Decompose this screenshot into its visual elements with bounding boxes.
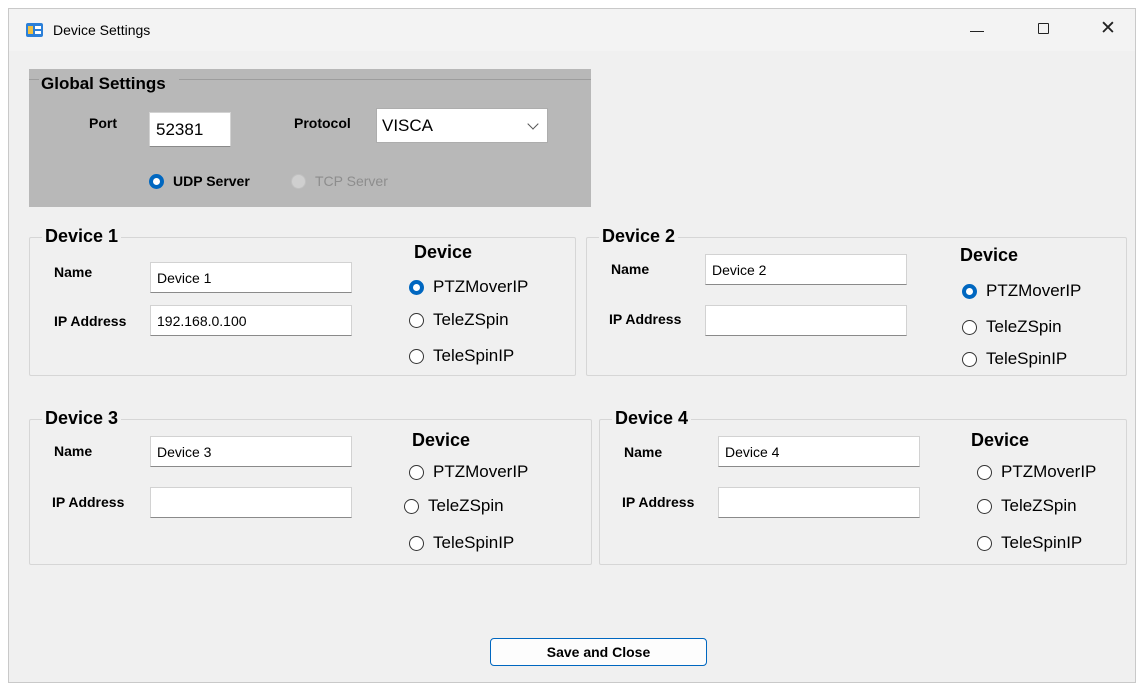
name-label: Name: [624, 444, 663, 460]
device-1-name-input[interactable]: Device 1: [150, 262, 352, 293]
radio-label: TeleSpinIP: [1001, 533, 1083, 552]
device-3-group: Device 3 Name Device 3 IP Address Device…: [29, 408, 592, 565]
radio-indicator: [962, 351, 977, 367]
device-1-telespinip-radio[interactable]: TeleSpinIP: [409, 346, 514, 366]
window-title: Device Settings: [53, 22, 151, 38]
device-3-name-input[interactable]: Device 3: [150, 436, 352, 467]
device-3-telezspin-radio[interactable]: TeleZSpin: [404, 496, 504, 516]
udp-radio-indicator: [149, 173, 164, 189]
radio-label: TeleSpinIP: [433, 533, 515, 552]
protocol-label: Protocol: [294, 115, 351, 131]
udp-server-label: UDP Server: [173, 173, 250, 189]
tcp-server-label: TCP Server: [315, 173, 388, 189]
tcp-server-radio[interactable]: TCP Server: [291, 173, 388, 189]
ip-address-label: IP Address: [54, 313, 127, 329]
legend-divider: [29, 79, 39, 80]
minimize-icon: [970, 31, 984, 32]
device-1-ptzmoverip-radio[interactable]: PTZMoverIP: [409, 277, 528, 297]
radio-indicator: [409, 312, 424, 328]
device-2-telespinip-radio[interactable]: TeleSpinIP: [962, 349, 1067, 369]
radio-label: TeleZSpin: [1001, 496, 1077, 515]
close-icon: ✕: [1100, 17, 1116, 39]
device-2-ptzmoverip-radio[interactable]: PTZMoverIP: [962, 281, 1081, 301]
device-2-telezspin-radio[interactable]: TeleZSpin: [962, 317, 1062, 337]
device-3-ip-input[interactable]: [150, 487, 352, 518]
device-type-heading: Device: [960, 245, 1019, 265]
radio-indicator: [977, 498, 992, 514]
radio-label: TeleSpinIP: [986, 349, 1068, 368]
device-type-heading: Device: [412, 430, 471, 450]
device-3-telespinip-radio[interactable]: TeleSpinIP: [409, 533, 514, 553]
radio-label: TeleSpinIP: [433, 346, 515, 365]
name-label: Name: [54, 443, 93, 459]
udp-server-radio[interactable]: UDP Server: [149, 173, 250, 189]
radio-label: PTZMoverIP: [433, 462, 529, 481]
radio-label: TeleZSpin: [428, 496, 504, 515]
radio-indicator: [404, 498, 419, 514]
ip-address-label: IP Address: [609, 311, 682, 327]
device-4-title: Device 4: [612, 408, 692, 429]
radio-indicator: [962, 283, 977, 299]
device-type-heading: Device: [414, 242, 473, 262]
device-settings-window: Device Settings ✕ Global Settings Port 5…: [8, 8, 1136, 683]
protocol-value: VISCA: [382, 115, 434, 135]
name-label: Name: [611, 261, 650, 277]
radio-label: PTZMoverIP: [986, 281, 1082, 300]
radio-indicator: [962, 319, 977, 335]
radio-label: TeleZSpin: [986, 317, 1062, 336]
device-4-group: Device 4 Name Device 4 IP Address Device…: [599, 408, 1127, 565]
radio-indicator: [409, 535, 424, 551]
device-3-ptzmoverip-radio[interactable]: PTZMoverIP: [409, 462, 528, 482]
ip-address-label: IP Address: [52, 494, 125, 510]
title-bar: Device Settings ✕: [9, 9, 1135, 51]
maximize-button[interactable]: [1021, 9, 1067, 51]
device-4-name-input[interactable]: Device 4: [718, 436, 920, 467]
device-1-telezspin-radio[interactable]: TeleZSpin: [409, 310, 509, 330]
name-label: Name: [54, 264, 93, 280]
port-label: Port: [89, 115, 117, 131]
app-icon: [26, 23, 43, 37]
device-4-telespinip-radio[interactable]: TeleSpinIP: [977, 533, 1082, 553]
save-and-close-button[interactable]: Save and Close: [490, 638, 707, 666]
radio-indicator: [409, 348, 424, 364]
device-2-group: Device 2 Name Device 2 IP Address Device…: [586, 226, 1127, 376]
device-3-title: Device 3: [42, 408, 122, 429]
device-2-name-input[interactable]: Device 2: [705, 254, 907, 285]
radio-label: TeleZSpin: [433, 310, 509, 329]
global-settings-title: Global Settings: [41, 74, 166, 93]
close-button[interactable]: ✕: [1085, 9, 1131, 51]
device-2-ip-input[interactable]: [705, 305, 907, 336]
device-1-group: Device 1 Name Device 1 IP Address 192.16…: [29, 226, 576, 376]
device-4-ptzmoverip-radio[interactable]: PTZMoverIP: [977, 462, 1096, 482]
device-type-heading: Device: [971, 430, 1030, 450]
legend-divider: [179, 79, 591, 80]
radio-indicator: [409, 464, 424, 480]
device-1-title: Device 1: [42, 226, 122, 247]
radio-indicator: [409, 279, 424, 295]
maximize-icon: [1038, 23, 1049, 34]
protocol-select[interactable]: VISCA: [376, 108, 548, 143]
device-2-title: Device 2: [599, 226, 679, 247]
radio-indicator: [977, 464, 992, 480]
device-4-ip-input[interactable]: [718, 487, 920, 518]
global-settings-group: Global Settings Port 52381 Protocol VISC…: [29, 69, 591, 207]
radio-label: PTZMoverIP: [433, 277, 529, 296]
radio-indicator: [977, 535, 992, 551]
chevron-down-icon: [527, 118, 539, 130]
radio-label: PTZMoverIP: [1001, 462, 1097, 481]
minimize-button[interactable]: [954, 9, 1000, 51]
tcp-radio-indicator: [291, 173, 306, 189]
port-input[interactable]: 52381: [149, 112, 231, 147]
device-4-telezspin-radio[interactable]: TeleZSpin: [977, 496, 1077, 516]
ip-address-label: IP Address: [622, 494, 695, 510]
device-1-ip-input[interactable]: 192.168.0.100: [150, 305, 352, 336]
